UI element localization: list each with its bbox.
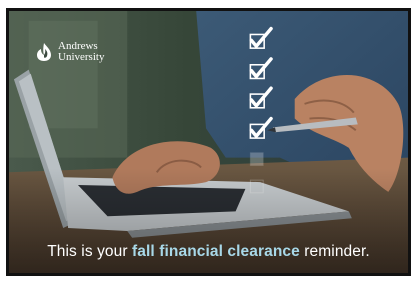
reminder-text-before: This is your xyxy=(47,243,133,260)
andrews-university-logo[interactable]: Andrews University xyxy=(35,41,104,63)
brand-name: Andrews University xyxy=(58,41,104,63)
flame-icon xyxy=(37,43,51,61)
brand-name-line2: University xyxy=(58,51,105,63)
reminder-text: This is your fall financial clearance re… xyxy=(9,243,408,261)
promo-banner: Andrews University This is your fall fin… xyxy=(6,8,411,276)
reminder-highlight: fall financial clearance xyxy=(132,243,300,260)
reminder-text-after: reminder. xyxy=(299,243,370,260)
